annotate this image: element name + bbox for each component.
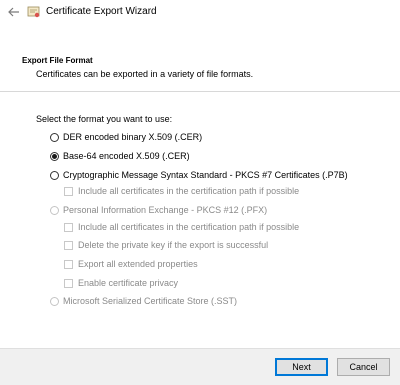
radio-sst[interactable] (50, 296, 59, 306)
next-button[interactable]: Next (275, 358, 328, 376)
checkbox-pfx-delete-key[interactable] (64, 240, 73, 250)
pfx-include-all-label: Include all certificates in the certific… (78, 222, 300, 232)
pfx-enable-privacy-label: Enable certificate privacy (78, 278, 179, 288)
option-der[interactable]: DER encoded binary X.509 (.CER) (50, 130, 202, 144)
radio-base64[interactable] (50, 151, 59, 161)
format-prompt: Select the format you want to use: (36, 114, 173, 124)
radio-pfx[interactable] (50, 205, 59, 215)
pfx-export-extended-checkbox[interactable]: Export all extended properties (64, 257, 198, 271)
option-pfx-label: Personal Information Exchange - PKCS #12… (63, 205, 268, 215)
pfx-enable-privacy-checkbox[interactable]: Enable certificate privacy (64, 276, 178, 290)
radio-p7b[interactable] (50, 170, 59, 180)
option-base64[interactable]: Base-64 encoded X.509 (.CER) (50, 149, 190, 163)
title-bar: Certificate Export Wizard (0, 0, 400, 24)
p7b-include-all-checkbox[interactable]: Include all certificates in the certific… (64, 184, 299, 198)
option-p7b-label: Cryptographic Message Syntax Standard - … (63, 170, 348, 180)
page-title: Export File Format (22, 56, 93, 65)
checkbox-pfx-include-all[interactable] (64, 222, 73, 232)
option-base64-label: Base-64 encoded X.509 (.CER) (63, 151, 190, 161)
page-description: Certificates can be exported in a variet… (36, 69, 254, 79)
checkbox-pfx-export-extended[interactable] (64, 259, 73, 269)
pfx-delete-key-checkbox[interactable]: Delete the private key if the export is … (64, 238, 268, 252)
pfx-export-extended-label: Export all extended properties (78, 259, 198, 269)
option-p7b[interactable]: Cryptographic Message Syntax Standard - … (50, 168, 348, 182)
radio-der[interactable] (50, 132, 59, 142)
option-der-label: DER encoded binary X.509 (.CER) (63, 132, 203, 142)
option-sst[interactable]: Microsoft Serialized Certificate Store (… (50, 294, 237, 308)
pfx-include-all-checkbox[interactable]: Include all certificates in the certific… (64, 220, 299, 234)
checkbox-pfx-enable-privacy[interactable] (64, 278, 73, 288)
back-button[interactable] (6, 4, 22, 20)
checkbox-p7b-include-all[interactable] (64, 186, 73, 196)
p7b-include-all-label: Include all certificates in the certific… (78, 186, 300, 196)
pfx-delete-key-label: Delete the private key if the export is … (78, 240, 269, 250)
option-pfx[interactable]: Personal Information Exchange - PKCS #12… (50, 203, 267, 217)
option-sst-label: Microsoft Serialized Certificate Store (… (63, 296, 238, 306)
cancel-button[interactable]: Cancel (337, 358, 390, 376)
back-arrow-icon[interactable] (8, 7, 20, 17)
window-title: Certificate Export Wizard (46, 6, 157, 17)
certificate-icon (27, 6, 40, 18)
wizard-header: Export File Format Certificates can be e… (0, 47, 400, 91)
